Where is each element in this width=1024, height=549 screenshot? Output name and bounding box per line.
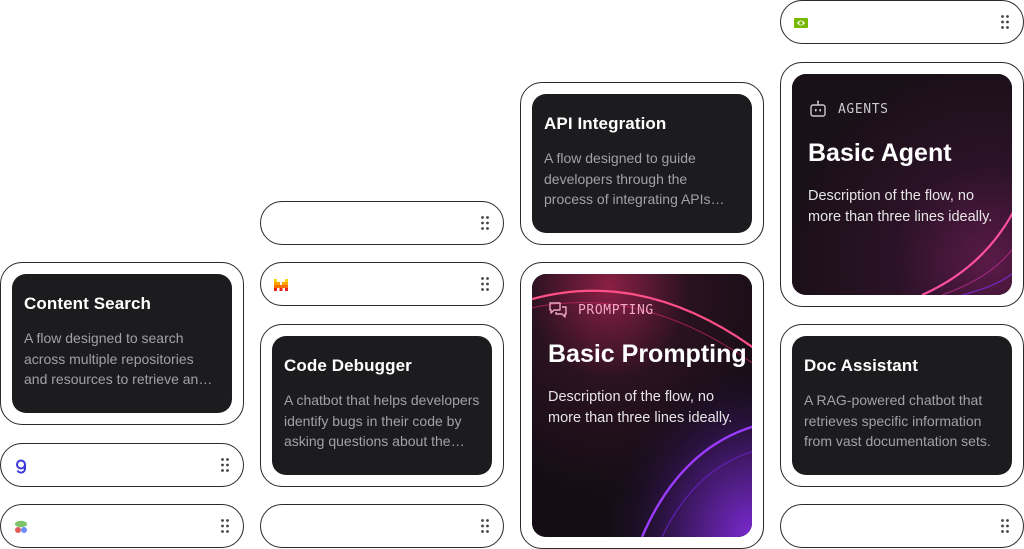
- content-search-card[interactable]: Content Search A flow designed to search…: [12, 274, 232, 413]
- empty-pill[interactable]: [260, 201, 504, 245]
- code-debugger-title: Code Debugger: [284, 356, 412, 375]
- drag-handle-icon[interactable]: [481, 277, 489, 291]
- drag-handle-icon[interactable]: [221, 458, 229, 472]
- api-integration-title: API Integration: [544, 114, 667, 133]
- basic-prompting-card[interactable]: PROMPTING Basic Prompting Description of…: [532, 274, 752, 537]
- drag-handle-icon[interactable]: [481, 519, 489, 533]
- robot-icon: [810, 100, 826, 117]
- content-search-description: A flow designed to search across multipl…: [24, 330, 207, 387]
- prompting-tag: PROMPTING: [578, 303, 654, 318]
- drag-handle-icon[interactable]: [1001, 15, 1009, 29]
- chat-bubbles-icon: [549, 302, 567, 318]
- groq-pill[interactable]: [0, 443, 244, 487]
- doc-assistant-frame[interactable]: Doc Assistant A RAG-powered chatbot that…: [780, 324, 1024, 487]
- doc-assistant-description: A RAG-powered chatbot that retrieves spe…: [804, 392, 991, 449]
- basic-agent-description: Description of the flow, no more than th…: [808, 188, 993, 225]
- basic-agent-frame[interactable]: AGENTS Basic Agent Description of the fl…: [780, 62, 1024, 307]
- code-debugger-frame[interactable]: Code Debugger A chatbot that helps devel…: [260, 324, 504, 487]
- drag-handle-icon[interactable]: [481, 216, 489, 230]
- api-integration-card[interactable]: API Integration A flow designed to guide…: [532, 94, 752, 233]
- empty-pill[interactable]: [780, 504, 1024, 548]
- api-integration-description: A flow designed to guide developers thro…: [544, 150, 711, 207]
- nvidia-pill[interactable]: [780, 0, 1024, 44]
- basic-prompting-frame[interactable]: PROMPTING Basic Prompting Description of…: [520, 262, 764, 549]
- doc-assistant-title: Doc Assistant: [804, 356, 919, 375]
- api-integration-frame[interactable]: API Integration A flow designed to guide…: [520, 82, 764, 245]
- agents-tag: AGENTS: [838, 102, 889, 117]
- basic-prompting-description: Description of the flow, no more than th…: [548, 389, 733, 426]
- basic-agent-card[interactable]: AGENTS Basic Agent Description of the fl…: [792, 74, 1012, 295]
- multicolor-logo-icon: [15, 520, 27, 533]
- mistral-logo-icon: [274, 279, 288, 291]
- basic-agent-title: Basic Agent: [808, 139, 952, 167]
- drag-handle-icon[interactable]: [1001, 519, 1009, 533]
- doc-assistant-card[interactable]: Doc Assistant A RAG-powered chatbot that…: [792, 336, 1012, 475]
- nvidia-logo-icon: [794, 18, 808, 28]
- empty-pill[interactable]: [260, 504, 504, 548]
- content-search-title: Content Search: [24, 294, 152, 313]
- content-search-frame[interactable]: Content Search A flow designed to search…: [0, 262, 244, 425]
- multicolor-pill[interactable]: [0, 504, 244, 548]
- code-debugger-card[interactable]: Code Debugger A chatbot that helps devel…: [272, 336, 492, 475]
- code-debugger-description: A chatbot that helps developers identify…: [284, 392, 480, 449]
- mistral-pill[interactable]: [260, 262, 504, 306]
- groq-logo-icon: [16, 459, 27, 474]
- drag-handle-icon[interactable]: [221, 519, 229, 533]
- basic-prompting-title: Basic Prompting: [548, 340, 747, 368]
